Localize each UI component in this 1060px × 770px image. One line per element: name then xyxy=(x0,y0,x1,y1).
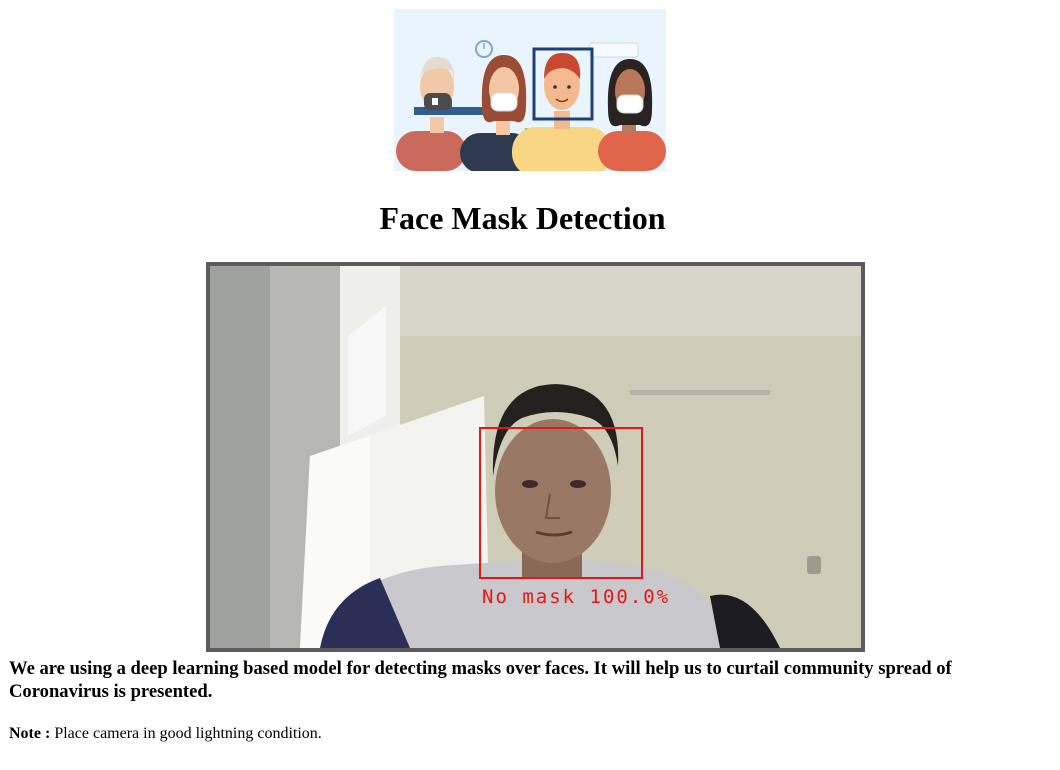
header-illustration xyxy=(394,9,666,171)
description-text: We are using a deep learning based model… xyxy=(9,658,952,702)
note-text: Place camera in good lightning condition… xyxy=(54,725,322,742)
note: Note : Place camera in good lightning co… xyxy=(9,724,322,744)
camera-feed: No mask 100.0% xyxy=(206,262,865,652)
page-title: Face Mask Detection xyxy=(379,200,666,236)
note-label: Note : xyxy=(9,725,51,742)
detection-label: No mask 100.0% xyxy=(482,586,671,608)
